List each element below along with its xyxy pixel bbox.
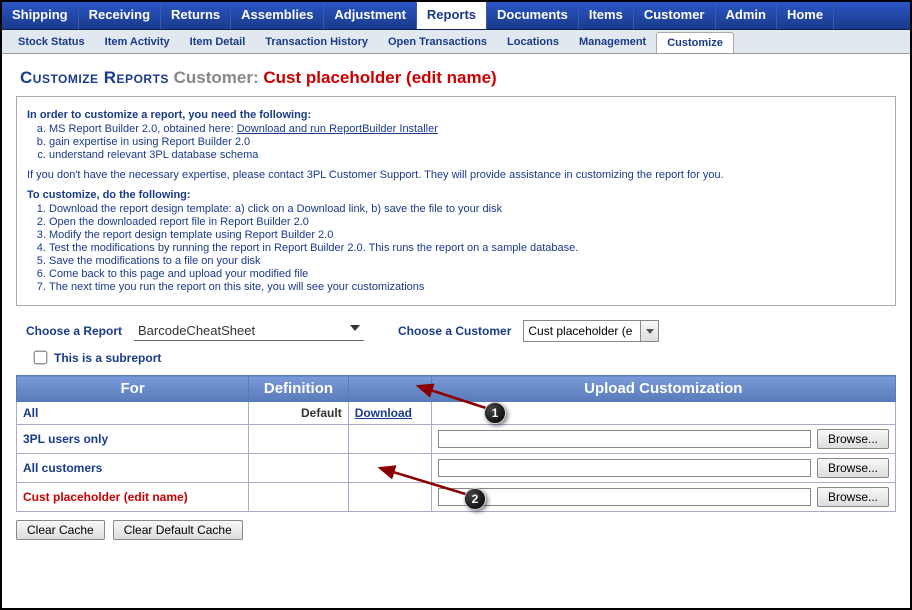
- report-select-value: BarcodeCheatSheet: [138, 323, 255, 338]
- clear-default-cache-button[interactable]: Clear Default Cache: [113, 520, 243, 540]
- table-row: All customers Browse...: [17, 454, 896, 483]
- customization-table: For Definition Upload Customization All …: [16, 375, 896, 512]
- row-for-label: All: [17, 402, 249, 425]
- topnav-receiving[interactable]: Receiving: [79, 2, 161, 29]
- subnav-customize[interactable]: Customize: [656, 32, 734, 53]
- instruction-step-3: Modify the report design template using …: [49, 229, 885, 241]
- page-title-customer: Cust placeholder (edit name): [263, 68, 496, 87]
- page-title-sub: Customer:: [174, 68, 259, 87]
- clear-cache-button[interactable]: Clear Cache: [16, 520, 105, 540]
- instruction-step-6: Come back to this page and upload your m…: [49, 268, 885, 280]
- table-row: All Default Download: [17, 402, 896, 425]
- subnav-transaction-history[interactable]: Transaction History: [255, 32, 378, 52]
- subnav-item-detail[interactable]: Item Detail: [180, 32, 256, 52]
- topnav-customer[interactable]: Customer: [634, 2, 716, 29]
- instruction-req-a: MS Report Builder 2.0, obtained here: Do…: [49, 123, 885, 135]
- topnav-assemblies[interactable]: Assemblies: [231, 2, 324, 29]
- instruction-step-5: Save the modifications to a file on your…: [49, 255, 885, 267]
- customer-select-input[interactable]: [524, 321, 640, 341]
- download-link[interactable]: Download: [355, 406, 412, 420]
- choose-report-label: Choose a Report: [26, 324, 122, 338]
- topnav-shipping[interactable]: Shipping: [2, 2, 79, 29]
- topnav-returns[interactable]: Returns: [161, 2, 231, 29]
- selectors-row: Choose a Report BarcodeCheatSheet Choose…: [2, 306, 910, 348]
- instruction-req-b: gain expertise in using Report Builder 2…: [49, 136, 885, 148]
- sub-nav: Stock Status Item Activity Item Detail T…: [2, 30, 910, 54]
- instructions-heading-2: To customize, do the following:: [27, 189, 885, 201]
- instructions-para: If you don't have the necessary expertis…: [27, 169, 885, 181]
- topnav-adjustment[interactable]: Adjustment: [324, 2, 417, 29]
- reportbuilder-installer-link[interactable]: Download and run ReportBuilder Installer: [237, 123, 438, 135]
- row-definition: [249, 483, 349, 512]
- subreport-row: This is a subreport: [2, 348, 910, 373]
- col-upload: Upload Customization: [431, 376, 895, 402]
- subnav-open-transactions[interactable]: Open Transactions: [378, 32, 497, 52]
- topnav-items[interactable]: Items: [579, 2, 634, 29]
- instruction-step-4: Test the modifications by running the re…: [49, 242, 885, 254]
- choose-customer-label: Choose a Customer: [398, 324, 511, 338]
- row-definition: [249, 454, 349, 483]
- upload-path-input[interactable]: [438, 488, 811, 506]
- instruction-step-1: Download the report design template: a) …: [49, 203, 885, 215]
- caret-down-icon: [646, 329, 654, 334]
- customer-select[interactable]: [523, 320, 659, 342]
- caret-down-icon: [350, 325, 360, 331]
- row-for-label: Cust placeholder (edit name): [17, 483, 249, 512]
- row-for-label: 3PL users only: [17, 425, 249, 454]
- topnav-documents[interactable]: Documents: [487, 2, 579, 29]
- page-title: Customize Reports Customer: Cust placeho…: [2, 54, 910, 96]
- instruction-step-2: Open the downloaded report file in Repor…: [49, 216, 885, 228]
- report-select[interactable]: BarcodeCheatSheet: [134, 321, 364, 341]
- browse-button[interactable]: Browse...: [817, 487, 889, 507]
- instructions-panel: In order to customize a report, you need…: [16, 96, 896, 306]
- instruction-step-7: The next time you run the report on this…: [49, 281, 885, 293]
- browse-button[interactable]: Browse...: [817, 458, 889, 478]
- upload-path-input[interactable]: [438, 430, 811, 448]
- col-for: For: [17, 376, 249, 402]
- instruction-req-c: understand relevant 3PL database schema: [49, 149, 885, 161]
- bottom-buttons: Clear Cache Clear Default Cache: [2, 512, 910, 548]
- upload-path-input[interactable]: [438, 459, 811, 477]
- col-definition: Definition: [249, 376, 349, 402]
- topnav-admin[interactable]: Admin: [716, 2, 777, 29]
- instructions-heading-1: In order to customize a report, you need…: [27, 109, 885, 121]
- row-for-label: All customers: [17, 454, 249, 483]
- table-row: 3PL users only Browse...: [17, 425, 896, 454]
- topnav-reports[interactable]: Reports: [417, 2, 487, 29]
- row-definition: [249, 425, 349, 454]
- row-definition: Default: [249, 402, 349, 425]
- subnav-item-activity[interactable]: Item Activity: [95, 32, 180, 52]
- customer-select-dropdown-button[interactable]: [640, 321, 658, 341]
- top-nav: Shipping Receiving Returns Assemblies Ad…: [2, 2, 910, 30]
- table-row: Cust placeholder (edit name) Browse...: [17, 483, 896, 512]
- browse-button[interactable]: Browse...: [817, 429, 889, 449]
- col-download: [348, 376, 431, 402]
- page-title-main: Customize Reports: [20, 68, 169, 87]
- subnav-locations[interactable]: Locations: [497, 32, 569, 52]
- topnav-home[interactable]: Home: [777, 2, 834, 29]
- subreport-label: This is a subreport: [54, 351, 161, 365]
- subreport-checkbox[interactable]: [34, 351, 48, 365]
- subnav-stock-status[interactable]: Stock Status: [8, 32, 95, 52]
- subnav-management[interactable]: Management: [569, 32, 656, 52]
